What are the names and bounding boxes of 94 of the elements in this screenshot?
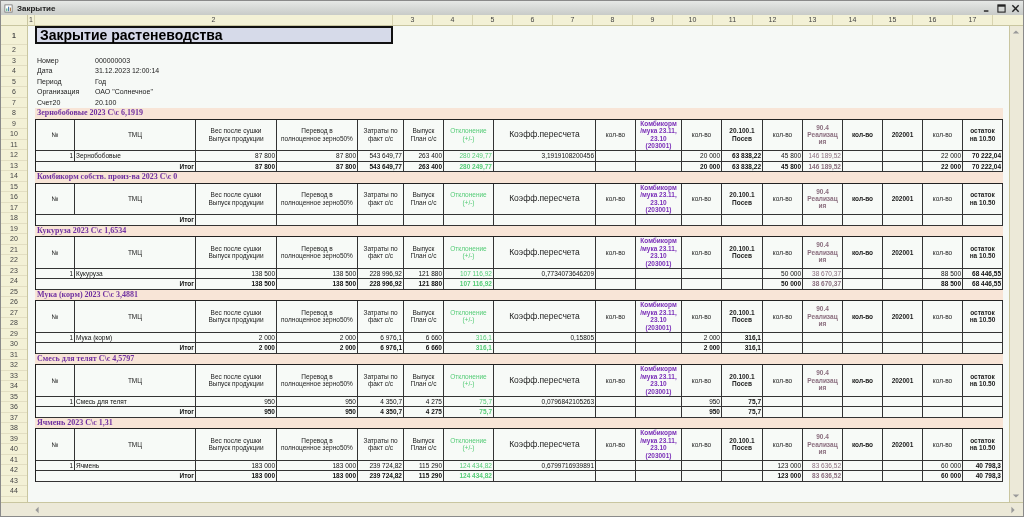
- maximize-button[interactable]: [997, 3, 1006, 13]
- window-title: Закрытие: [17, 3, 56, 13]
- empty-cell: [596, 215, 636, 226]
- empty-cell: [636, 460, 682, 471]
- empty-cell: [763, 407, 803, 418]
- empty-cell: [883, 460, 923, 471]
- empty-cell: [923, 215, 963, 226]
- empty-cell: [803, 407, 843, 418]
- empty-cell: [803, 343, 843, 354]
- empty-cell: [843, 343, 883, 354]
- empty-cell: [596, 407, 636, 418]
- empty-cell: [803, 396, 843, 407]
- empty-cell: [883, 268, 923, 279]
- empty-cell: [596, 332, 636, 343]
- section-title: Ячмень 2023 С\с 1,31: [35, 417, 1003, 428]
- column-header: Коэфф.пересчета: [494, 429, 596, 461]
- empty-cell: [682, 471, 722, 482]
- empty-cell: [883, 279, 923, 290]
- empty-cell: [722, 460, 763, 471]
- empty-cell: [636, 151, 682, 162]
- empty-cell: [883, 396, 923, 407]
- empty-cell: [883, 215, 923, 226]
- up-arrow-icon: [1012, 28, 1020, 36]
- empty-cell: [843, 396, 883, 407]
- empty-cell: [596, 343, 636, 354]
- empty-cell: [843, 279, 883, 290]
- column-header: Коэфф.пересчета: [494, 237, 596, 269]
- empty-cell: [404, 215, 444, 226]
- empty-cell: [636, 268, 682, 279]
- empty-cell: [843, 268, 883, 279]
- empty-cell: [843, 471, 883, 482]
- empty-cell: [596, 151, 636, 162]
- empty-cell: [963, 343, 1003, 354]
- empty-cell: [883, 407, 923, 418]
- empty-cell: [843, 215, 883, 226]
- left-arrow-icon: [33, 505, 41, 514]
- empty-cell: [763, 215, 803, 226]
- empty-cell: [682, 279, 722, 290]
- empty-cell: [596, 396, 636, 407]
- column-header: Коэфф.пересчета: [494, 301, 596, 333]
- empty-cell: [682, 268, 722, 279]
- report-icon: [4, 3, 13, 13]
- empty-cell: [843, 407, 883, 418]
- empty-cell: [883, 343, 923, 354]
- empty-cell: [763, 332, 803, 343]
- empty-cell: [963, 215, 1003, 226]
- section-title: Кукуруза 2023 С\с 1,6534: [35, 225, 1003, 236]
- empty-cell: [722, 471, 763, 482]
- empty-cell: [722, 268, 763, 279]
- empty-cell: [636, 215, 682, 226]
- empty-cell: [963, 396, 1003, 407]
- empty-cell: [963, 332, 1003, 343]
- empty-cell: [636, 407, 682, 418]
- empty-cell: [963, 407, 1003, 418]
- empty-cell: [636, 471, 682, 482]
- report-title: Закрытие растеневодства: [35, 26, 393, 44]
- empty-cell: [636, 332, 682, 343]
- empty-cell: [596, 460, 636, 471]
- empty-cell: [923, 407, 963, 418]
- empty-cell: [763, 396, 803, 407]
- column-header: Коэфф.пересчета: [494, 119, 596, 151]
- empty-cell: [596, 471, 636, 482]
- empty-cell: [843, 460, 883, 471]
- empty-cell: [763, 343, 803, 354]
- empty-cell: [722, 215, 763, 226]
- empty-cell: [923, 332, 963, 343]
- empty-cell: [444, 215, 494, 226]
- column-header: Коэфф.пересчета: [494, 183, 596, 215]
- empty-cell: [596, 279, 636, 290]
- column-header: Коэфф.пересчета: [494, 365, 596, 397]
- empty-cell: [803, 332, 843, 343]
- empty-cell: [883, 151, 923, 162]
- right-arrow-icon: [1009, 505, 1017, 514]
- empty-cell: [682, 215, 722, 226]
- section-title: Комбикорм собств. произ-ва 2023 С\с 0: [35, 172, 1003, 183]
- empty-cell: [923, 343, 963, 354]
- empty-cell: [883, 332, 923, 343]
- empty-cell: [923, 396, 963, 407]
- empty-cell: [722, 279, 763, 290]
- empty-cell: [843, 332, 883, 343]
- empty-cell: [636, 343, 682, 354]
- empty-cell: [883, 471, 923, 482]
- empty-cell: [636, 396, 682, 407]
- section-title: Смесь для телят С\с 4,5797: [35, 353, 1003, 364]
- down-arrow-icon: [1012, 492, 1020, 500]
- empty-cell: [636, 279, 682, 290]
- empty-cell: [596, 268, 636, 279]
- empty-cell: [358, 215, 404, 226]
- section-title: Мука (корм) 2023 С\с 3,4881: [35, 289, 1003, 300]
- empty-cell: [803, 215, 843, 226]
- close-button[interactable]: [1011, 3, 1020, 13]
- empty-cell: [682, 460, 722, 471]
- empty-cell: [843, 151, 883, 162]
- section-title: Зернобобовые 2023 С\с 6,1919: [35, 108, 1003, 119]
